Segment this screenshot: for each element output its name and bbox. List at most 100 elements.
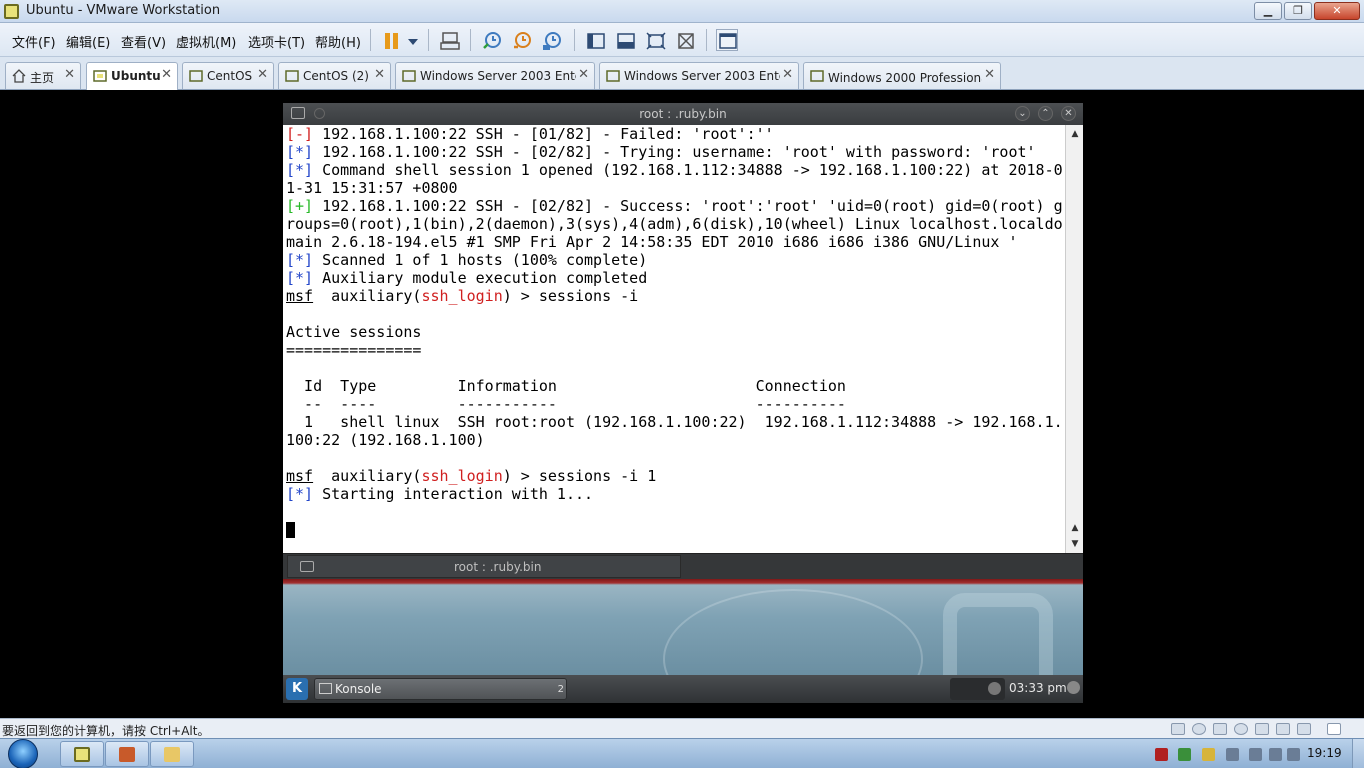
tab-close-icon[interactable]: ✕ <box>782 67 793 82</box>
cd-drive-icon[interactable] <box>1192 723 1206 735</box>
close-icon[interactable]: ✕ <box>1061 106 1076 121</box>
pause-icon[interactable] <box>380 29 402 51</box>
tab-close-icon[interactable]: ✕ <box>578 67 589 82</box>
terminal-line: [+] 192.168.1.100:22 SSH - [02/82] - Suc… <box>286 197 1063 215</box>
terminal-cursor-line[interactable] <box>286 521 1065 539</box>
tab-win2003-b[interactable]: Windows Server 2003 Enterpr... ✕ <box>599 62 799 89</box>
tab-label: CentOS <box>207 69 253 83</box>
menu-file[interactable]: 文件(F) <box>12 32 56 51</box>
shield-icon[interactable] <box>1178 748 1191 761</box>
terminal-line: roups=0(root),1(bin),2(daemon),3(sys),4(… <box>286 215 1063 233</box>
terminal-prompt-line: msf auxiliary(ssh_login) > sessions -i <box>286 287 639 305</box>
vmware-icon <box>74 747 90 762</box>
chevron-down-icon[interactable]: ⌄ <box>1015 106 1030 121</box>
unity-icon[interactable] <box>614 29 636 51</box>
network-icon[interactable] <box>1269 748 1282 761</box>
taskbar-explorer-button[interactable] <box>150 741 194 767</box>
snapshot-revert-icon[interactable] <box>510 29 532 51</box>
security-icon[interactable] <box>1155 748 1168 761</box>
terminal-scrollbar[interactable]: ▲ ▲ ▼ <box>1065 125 1083 553</box>
chevron-up-icon[interactable]: ⌃ <box>1038 106 1053 121</box>
tab-centos-2[interactable]: CentOS (2) ✕ <box>278 62 391 89</box>
wallpaper-logo-shape <box>943 593 1053 675</box>
konsole-tab[interactable]: root : .ruby.bin <box>287 555 681 578</box>
restore-button[interactable]: ❐ <box>1284 2 1312 20</box>
minimize-button[interactable]: ▁ <box>1254 2 1282 20</box>
snapshot-manager-icon[interactable] <box>540 29 562 51</box>
screen: Ubuntu - VMware Workstation ▁ ❐ ✕ 文件(F) … <box>0 0 1364 768</box>
terminal-icon <box>300 561 314 572</box>
vm-icon <box>810 70 824 82</box>
usb-icon[interactable] <box>1276 723 1290 735</box>
terminal-prompt-line: msf auxiliary(ssh_login) > sessions -i 1 <box>286 467 657 485</box>
printer-icon[interactable] <box>1255 723 1269 735</box>
tab-label: Ubuntu <box>111 69 161 83</box>
tab-ubuntu[interactable]: Ubuntu ✕ <box>86 62 178 90</box>
quick-switch-icon[interactable] <box>716 29 738 51</box>
console-view-icon[interactable] <box>584 29 606 51</box>
scroll-up-icon[interactable]: ▲ <box>1068 521 1082 535</box>
network-icon[interactable] <box>1213 723 1227 735</box>
toolbar-separator <box>706 29 707 51</box>
konsole-titlebar: root : .ruby.bin ⌄ ⌃ ✕ <box>283 103 1083 125</box>
vm-icon <box>285 70 299 82</box>
terminal-line: [*] Scanned 1 of 1 hosts (100% complete) <box>286 251 648 269</box>
tab-close-icon[interactable]: ✕ <box>984 67 995 82</box>
tab-win2000[interactable]: Windows 2000 Professional （... ✕ <box>803 62 1001 89</box>
tab-home[interactable]: 主页 ✕ <box>5 62 81 89</box>
power-icon[interactable] <box>1067 681 1080 694</box>
message-icon[interactable] <box>1327 723 1341 735</box>
display-icon[interactable] <box>1297 723 1311 735</box>
tab-label: Windows Server 2003 Enterpr... <box>624 69 780 83</box>
tab-label: Windows Server 2003 Enterpr... <box>420 69 576 83</box>
menu-help[interactable]: 帮助(H) <box>315 32 361 51</box>
window-title: Ubuntu - VMware Workstation <box>26 3 221 18</box>
dropdown-icon[interactable] <box>401 29 418 51</box>
windows-taskbar: 19:19 <box>0 738 1364 768</box>
tab-close-icon[interactable]: ✕ <box>161 67 172 82</box>
scroll-down-icon[interactable]: ▼ <box>1068 537 1082 551</box>
fit-guest-icon[interactable] <box>674 29 696 51</box>
send-keys-icon[interactable] <box>438 29 460 51</box>
start-button-icon[interactable] <box>8 739 38 768</box>
menu-vm[interactable]: 虚拟机(M) <box>176 32 236 51</box>
tab-win2003-a[interactable]: Windows Server 2003 Enterpr... ✕ <box>395 62 595 89</box>
fullscreen-icon[interactable] <box>644 29 666 51</box>
toolbar-separator <box>428 29 429 51</box>
guest-screen[interactable]: root : .ruby.bin ⌄ ⌃ ✕ [-] 192.168.1.100… <box>283 103 1083 703</box>
flag-icon[interactable] <box>1249 748 1262 761</box>
scroll-up-icon[interactable]: ▲ <box>1068 127 1082 141</box>
volume-icon[interactable] <box>1287 748 1300 761</box>
taskbar-item-konsole[interactable]: Konsole 2 <box>314 678 567 700</box>
terminal-line: [-] 192.168.1.100:22 SSH - [01/82] - Fai… <box>286 125 774 143</box>
close-button[interactable]: ✕ <box>1314 2 1360 20</box>
chat-icon[interactable] <box>1202 748 1215 761</box>
terminal-icon <box>319 683 332 694</box>
terminal-line: Id Type Information Connection <box>286 377 846 395</box>
taskbar-presentation-button[interactable] <box>105 741 149 767</box>
tab-close-icon[interactable]: ✕ <box>257 67 268 82</box>
vmware-statusbar: 要返回到您的计算机，请按 Ctrl+Alt。 <box>0 718 1364 738</box>
tab-close-icon[interactable]: ✕ <box>374 67 385 82</box>
menu-view[interactable]: 查看(V) <box>121 32 166 51</box>
text-cursor <box>286 522 295 538</box>
sound-icon[interactable] <box>1234 723 1248 735</box>
tray-arrow-icon[interactable] <box>988 682 1001 695</box>
show-desktop-button[interactable] <box>1352 739 1364 768</box>
tab-centos[interactable]: CentOS ✕ <box>182 62 274 89</box>
taskbar-vmware-button[interactable] <box>60 741 104 767</box>
usb-icon[interactable] <box>1226 748 1239 761</box>
panel-clock[interactable]: 03:33 pm <box>1009 681 1067 695</box>
vmware-app-icon <box>4 4 19 19</box>
hard-disk-icon[interactable] <box>1171 723 1185 735</box>
snapshot-take-icon[interactable] <box>480 29 502 51</box>
menu-edit[interactable]: 编辑(E) <box>66 32 110 51</box>
tab-close-icon[interactable]: ✕ <box>64 67 75 82</box>
menu-tabs[interactable]: 选项卡(T) <box>248 32 305 51</box>
kde-menu-button[interactable]: K <box>286 678 308 700</box>
system-clock[interactable]: 19:19 <box>1307 746 1342 760</box>
terminal-output[interactable]: [-] 192.168.1.100:22 SSH - [01/82] - Fai… <box>283 125 1065 553</box>
